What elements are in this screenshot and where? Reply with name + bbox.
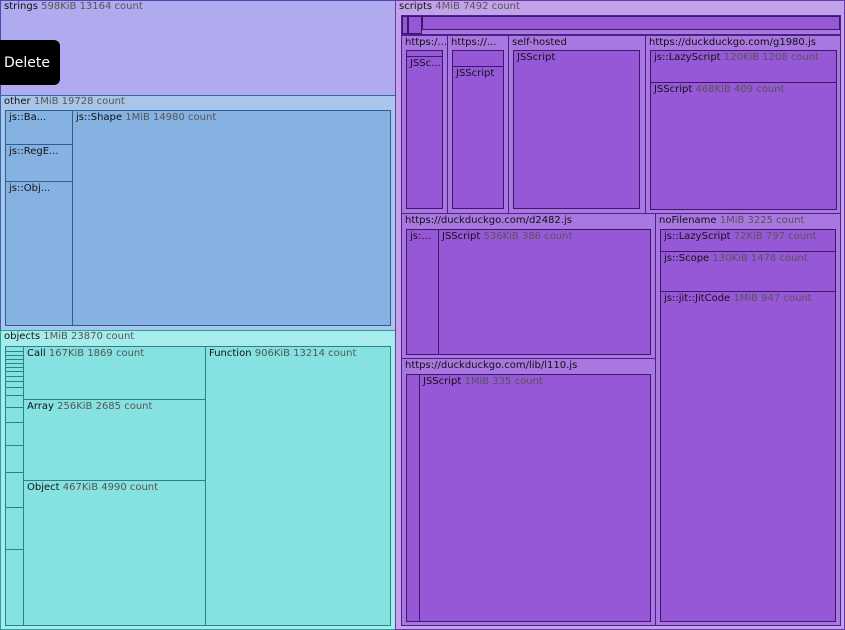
treemap-node-script-url[interactable]: https:/... JSSc...	[401, 35, 448, 214]
node-label: scripts 4MiB 7492 count	[399, 1, 520, 12]
treemap-node-d2482[interactable]: https://duckduckgo.com/d2482.js js:... J…	[401, 213, 656, 359]
treemap-node-g1980[interactable]: https://duckduckgo.com/g1980.js js::Lazy…	[645, 35, 841, 214]
treemap-node-call[interactable]: Call 167KiB 1869 count	[23, 346, 206, 400]
treemap-node-scripts-strip[interactable]	[401, 15, 841, 35]
treemap-node-array[interactable]: Array 256KiB 2685 count	[23, 399, 206, 481]
treemap-node-tiny[interactable]	[452, 50, 504, 67]
treemap-node-lazyscript[interactable]: js::LazyScript 120KiB 1208 count	[650, 50, 837, 83]
node-label: objects 1MiB 23870 count	[4, 331, 135, 342]
treemap-node-tiny[interactable]	[422, 16, 840, 30]
treemap-node-jsscript[interactable]: JSScript 536KiB 386 count	[438, 229, 651, 355]
node-label: strings 598KiB 13164 count	[4, 1, 143, 12]
treemap-node-js-object[interactable]: js::Obj...	[5, 181, 73, 326]
treemap-node-jitcode[interactable]: js::jit::JitCode 1MiB 947 count	[660, 291, 836, 622]
treemap-node-nofilename[interactable]: noFilename 1MiB 3225 count js::LazyScrip…	[655, 213, 841, 626]
treemap-node-jsscript[interactable]: JSScript 1MiB 335 count	[419, 374, 651, 622]
treemap-node-tiny[interactable]	[408, 16, 422, 34]
treemap-node-js-regexp[interactable]: js::RegE...	[5, 144, 73, 182]
treemap-node-jsscript[interactable]: JSScript	[452, 66, 504, 209]
treemap-node-lazyscript[interactable]: js::LazyScript 72KiB 797 count	[660, 229, 836, 252]
treemap-node-function[interactable]: Function 906KiB 13214 count	[205, 346, 391, 626]
treemap-node-self-hosted[interactable]: self-hosted JSScript	[508, 35, 646, 214]
treemap-node-object[interactable]: Object 467KiB 4990 count	[23, 480, 206, 626]
treemap-node-l110[interactable]: https://duckduckgo.com/lib/l110.js JSScr…	[401, 358, 656, 626]
treemap-node-script-url[interactable]: https://... JSScript	[447, 35, 509, 214]
treemap-node-other[interactable]: other 1MiB 19728 count js::Ba... js::Reg…	[0, 95, 396, 331]
treemap-node-js-base[interactable]: js::Ba...	[5, 110, 73, 145]
treemap-node-js-small[interactable]: js:...	[406, 229, 439, 355]
treemap-node-jsscript[interactable]: JSSc...	[406, 56, 443, 209]
treemap-node-tiny[interactable]	[406, 374, 420, 622]
treemap-node-scripts[interactable]: scripts 4MiB 7492 count https:/... JSSc.…	[395, 0, 845, 630]
treemap-node-objects[interactable]: objects 1MiB 23870 count Call 167KiB 186…	[0, 330, 396, 630]
delete-button[interactable]: Delete	[0, 40, 60, 85]
treemap-node-jsscript[interactable]: JSScript 468KiB 409 count	[650, 82, 837, 210]
treemap-node-jsscript[interactable]: JSScript	[513, 50, 640, 209]
treemap-node-small-objects[interactable]	[5, 346, 24, 626]
treemap-node-scope[interactable]: js::Scope 130KiB 1478 count	[660, 251, 836, 292]
treemap-node-js-shape[interactable]: js::Shape 1MiB 14980 count	[72, 110, 391, 326]
node-label: other 1MiB 19728 count	[4, 96, 125, 107]
